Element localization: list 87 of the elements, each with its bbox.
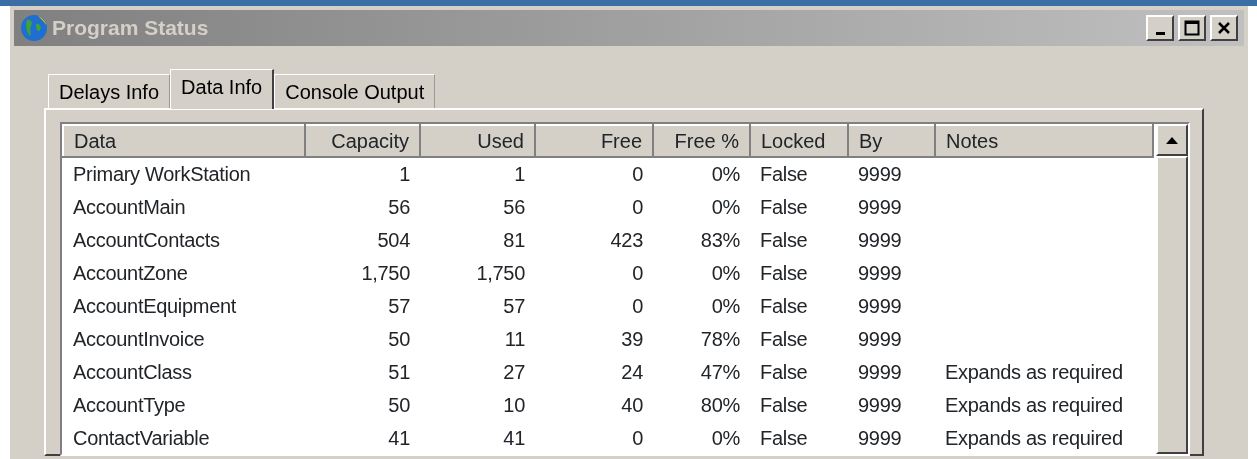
minimize-button[interactable] [1146,15,1174,41]
table-cell: 0 [632,294,643,317]
table-cell: 9999 [858,426,902,449]
table-cell: 423 [610,228,643,251]
globe-icon [20,14,48,42]
table-cell: ContactVariable [73,426,210,449]
table-cell: 0% [711,261,740,284]
tab[interactable]: Delays Info [48,74,171,108]
column-header[interactable]: Used [420,125,535,157]
table-cell: 9999 [858,327,902,350]
table-cell: 47% [700,360,740,383]
column-header[interactable]: Free [535,125,653,157]
window-title: Program Status [52,15,209,42]
table-cell: False [760,228,808,251]
table-cell: False [760,360,808,383]
maximize-icon [1184,20,1200,36]
table-cell: False [760,294,808,317]
tab[interactable]: Data Info [170,69,275,109]
table-cell: False [760,163,808,185]
table-cell: AccountMain [73,195,186,218]
table-cell: 0% [711,195,740,218]
table-cell: 1,750 [476,261,525,284]
table-cell: 1 [399,163,410,185]
table-cell: False [760,426,808,449]
table-cell: 51 [388,360,410,383]
table-cell: AccountType [73,393,186,416]
table-cell: 9999 [858,195,902,218]
table-cell: 0 [632,261,643,284]
table-cell: 80% [700,393,740,416]
column-header[interactable]: Free % [653,125,750,157]
table-cell: AccountClass [73,360,192,383]
minimize-icon [1155,31,1165,35]
table-cell: False [760,327,808,350]
table-cell: 504 [377,228,410,251]
table-cell: 41 [388,426,410,449]
table-cell: 1 [514,163,525,185]
table-cell: AccountZone [73,261,188,284]
table-cell: 0% [711,294,740,317]
table-cell: 10 [503,393,525,416]
table-cell: 9999 [858,393,902,416]
table-cell: 9999 [858,294,902,317]
scroll-up-button[interactable] [1156,124,1188,156]
table-cell: False [760,261,808,284]
table-cell: 0% [711,163,740,185]
table-cell: 9999 [858,228,902,251]
table-cell: AccountInvoice [73,327,205,350]
table-cell: 40 [621,393,643,416]
table-cell: 50 [388,393,410,416]
column-header[interactable]: Capacity [305,125,420,157]
table-cell: 81 [503,228,525,251]
table-cell: 0% [711,426,740,449]
table-cell: Expands as required [945,360,1123,383]
tab[interactable]: Console Output [274,74,436,108]
table-cell: 56 [503,195,525,218]
table-cell: 0 [632,426,643,449]
up-arrow-icon [1166,135,1178,144]
close-icon [1217,21,1231,35]
table-cell: Expands as required [945,426,1123,449]
maximize-button[interactable] [1178,15,1206,41]
table-cell: AccountContacts [73,228,220,251]
table-cell: 27 [503,360,525,383]
column-header[interactable]: Notes [935,125,1153,157]
table-cell: False [760,195,808,218]
table-cell: 11 [504,327,525,350]
column-header[interactable]: By [848,125,935,157]
table-cell: 50 [388,327,410,350]
table-cell: 0 [632,195,643,218]
column-header[interactable]: Locked [750,125,848,157]
close-button[interactable] [1210,15,1238,41]
table-cell: 78% [700,327,740,350]
table-cell: 39 [621,327,643,350]
table-cell: 9999 [858,261,902,284]
table-cell: 1,750 [361,261,410,284]
table-cell: AccountEquipment [73,294,237,317]
table-cell: 57 [388,294,410,317]
table-cell: 56 [388,195,410,218]
table-cell: 57 [503,294,525,317]
table-cell: 9999 [858,360,902,383]
table-cell: Expands as required [945,393,1123,416]
table-cell: 0 [632,163,643,185]
table-cell: Primary WorkStation [73,163,251,185]
table-cell: 41 [503,426,525,449]
table-cell: 9999 [858,163,902,185]
table-cell: False [760,393,808,416]
table-cell: 24 [621,360,643,383]
table-cell: 83% [700,228,740,251]
column-header[interactable]: Data [63,125,305,157]
